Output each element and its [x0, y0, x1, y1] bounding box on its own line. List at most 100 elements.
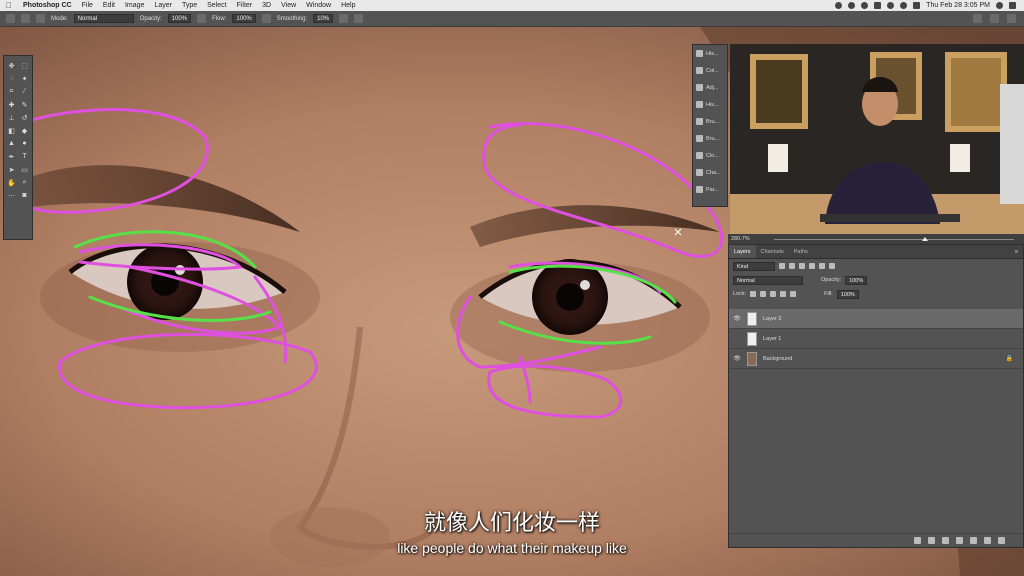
- history-brush-icon[interactable]: ↺: [19, 111, 30, 124]
- clock[interactable]: Thu Feb 28 3:05 PM: [926, 2, 990, 9]
- menu-layer[interactable]: Layer: [149, 2, 177, 9]
- brush-preset-icon[interactable]: [6, 14, 15, 23]
- filter-toggle-icon[interactable]: [829, 263, 835, 269]
- panel-history[interactable]: His...: [693, 45, 727, 62]
- path-selection-icon[interactable]: ➤: [6, 163, 17, 176]
- apple-menu-icon[interactable]: : [0, 1, 18, 10]
- zoom-tool-icon[interactable]: ⌕: [19, 176, 30, 189]
- lock-position-icon[interactable]: [770, 291, 777, 297]
- creative-cloud-icon[interactable]: [848, 2, 856, 9]
- move-tool-icon[interactable]: ✥: [6, 59, 17, 72]
- tab-channels[interactable]: Channels: [756, 245, 789, 258]
- dropbox-icon[interactable]: [861, 2, 869, 9]
- filter-type-icon[interactable]: [799, 263, 805, 269]
- layer-row-layer-1[interactable]: Layer 1: [729, 329, 1023, 349]
- magic-wand-icon[interactable]: ✦: [19, 72, 30, 85]
- hand-tool-icon[interactable]: ✋: [6, 176, 17, 189]
- smoothing-options-icon[interactable]: [339, 14, 349, 23]
- menu-help[interactable]: Help: [336, 2, 360, 9]
- blur-tool-icon[interactable]: ▲: [6, 137, 17, 150]
- share-icon[interactable]: [1007, 14, 1016, 23]
- notification-center-icon[interactable]: [1009, 2, 1016, 9]
- pressure-opacity-icon[interactable]: [197, 14, 207, 23]
- status-app-icon[interactable]: [835, 2, 843, 9]
- dodge-tool-icon[interactable]: ●: [19, 137, 30, 150]
- battery-icon[interactable]: [913, 2, 921, 9]
- crop-tool-icon[interactable]: ⌗: [6, 85, 17, 98]
- menu-edit[interactable]: Edit: [98, 2, 120, 9]
- paint-bucket-icon[interactable]: ◆: [19, 124, 30, 137]
- tab-layers[interactable]: Layers: [729, 245, 756, 258]
- lock-artboard-icon[interactable]: [780, 291, 787, 297]
- fill-label: Fill:: [824, 291, 833, 297]
- filter-smart-object-icon[interactable]: [819, 263, 825, 269]
- panel-clone-source[interactable]: Clo...: [693, 147, 727, 164]
- pen-tool-icon[interactable]: ✒: [6, 150, 17, 163]
- panel-menu-icon[interactable]: ≡: [1015, 245, 1023, 258]
- marquee-tool-icon[interactable]: ⬚: [19, 59, 30, 72]
- layer-name[interactable]: Layer 1: [763, 336, 781, 342]
- layer-row-background[interactable]: 👁 Background 🔒: [729, 349, 1023, 369]
- brush-panel-icon[interactable]: [36, 14, 45, 23]
- brush-settings-icon[interactable]: [21, 14, 30, 23]
- airbrush-icon[interactable]: [261, 14, 271, 23]
- eyedropper-icon[interactable]: ⁄: [19, 85, 30, 98]
- layer-filter-select[interactable]: Kind: [733, 261, 775, 271]
- layer-name[interactable]: Background: [763, 356, 792, 362]
- app-menu[interactable]: Photoshop CC: [18, 2, 77, 9]
- zoom-slider[interactable]: [773, 236, 1014, 241]
- search-icon[interactable]: [973, 14, 982, 23]
- flow-field[interactable]: 100%: [232, 14, 256, 23]
- edit-toolbar-icon[interactable]: ⋯: [6, 189, 17, 202]
- menu-file[interactable]: File: [77, 2, 98, 9]
- opacity-field[interactable]: 100%: [167, 14, 192, 23]
- menu-3d[interactable]: 3D: [257, 2, 276, 9]
- menu-view[interactable]: View: [276, 2, 301, 9]
- pressure-size-icon[interactable]: [354, 14, 364, 23]
- smoothing-field[interactable]: 10%: [313, 14, 334, 23]
- menu-select[interactable]: Select: [202, 2, 231, 9]
- filter-pixel-icon[interactable]: [779, 263, 785, 269]
- panel-character[interactable]: Cha...: [693, 164, 727, 181]
- wifi-icon[interactable]: [900, 2, 908, 9]
- lock-all-icon[interactable]: [790, 291, 797, 297]
- filter-shape-icon[interactable]: [809, 263, 815, 269]
- shape-tool-icon[interactable]: ▭: [19, 163, 30, 176]
- bluetooth-icon[interactable]: [887, 2, 895, 9]
- search-icon[interactable]: [996, 2, 1003, 9]
- zoom-slider-knob[interactable]: [921, 236, 928, 241]
- panel-histogram[interactable]: His...: [693, 96, 727, 113]
- lock-pixels-icon[interactable]: [760, 291, 767, 297]
- eraser-icon[interactable]: ◧: [6, 124, 17, 137]
- type-tool-icon[interactable]: T: [19, 150, 30, 163]
- layer-row-layer-3[interactable]: 👁 Layer 3: [729, 309, 1023, 329]
- panel-color[interactable]: Col...: [693, 62, 727, 79]
- visibility-eye-icon[interactable]: 👁: [733, 355, 741, 362]
- layer-thumbnail: [747, 311, 757, 326]
- menu-filter[interactable]: Filter: [232, 2, 258, 9]
- filter-adjustment-icon[interactable]: [789, 263, 795, 269]
- clone-stamp-icon[interactable]: ⊥: [6, 111, 17, 124]
- mode-select[interactable]: Normal: [73, 14, 134, 23]
- panel-paragraph[interactable]: Par...: [693, 181, 727, 198]
- menu-image[interactable]: Image: [120, 2, 149, 9]
- healing-brush-icon[interactable]: ✚: [6, 98, 17, 111]
- workspace-icon[interactable]: [990, 14, 999, 23]
- blend-mode-select[interactable]: Normal: [733, 275, 803, 285]
- layer-opacity-field[interactable]: 100%: [845, 275, 868, 285]
- brush-tool-icon[interactable]: ✎: [19, 98, 30, 111]
- menu-type[interactable]: Type: [177, 2, 202, 9]
- zoom-value[interactable]: 280.7%: [731, 236, 750, 242]
- layer-name[interactable]: Layer 3: [763, 316, 781, 322]
- lock-transparent-icon[interactable]: [750, 291, 757, 297]
- visibility-eye-icon[interactable]: 👁: [733, 315, 741, 322]
- panel-adjustments[interactable]: Adj...: [693, 79, 727, 96]
- airplay-icon[interactable]: [874, 2, 882, 9]
- lasso-tool-icon[interactable]: ◌: [6, 72, 17, 85]
- quick-mask-icon[interactable]: ◙: [19, 189, 30, 202]
- fill-field[interactable]: 100%: [836, 289, 859, 299]
- panel-brushes[interactable]: Bru...: [693, 113, 727, 130]
- menu-window[interactable]: Window: [301, 2, 336, 9]
- panel-brush-settings[interactable]: Bru...: [693, 130, 727, 147]
- tab-paths[interactable]: Paths: [789, 245, 813, 258]
